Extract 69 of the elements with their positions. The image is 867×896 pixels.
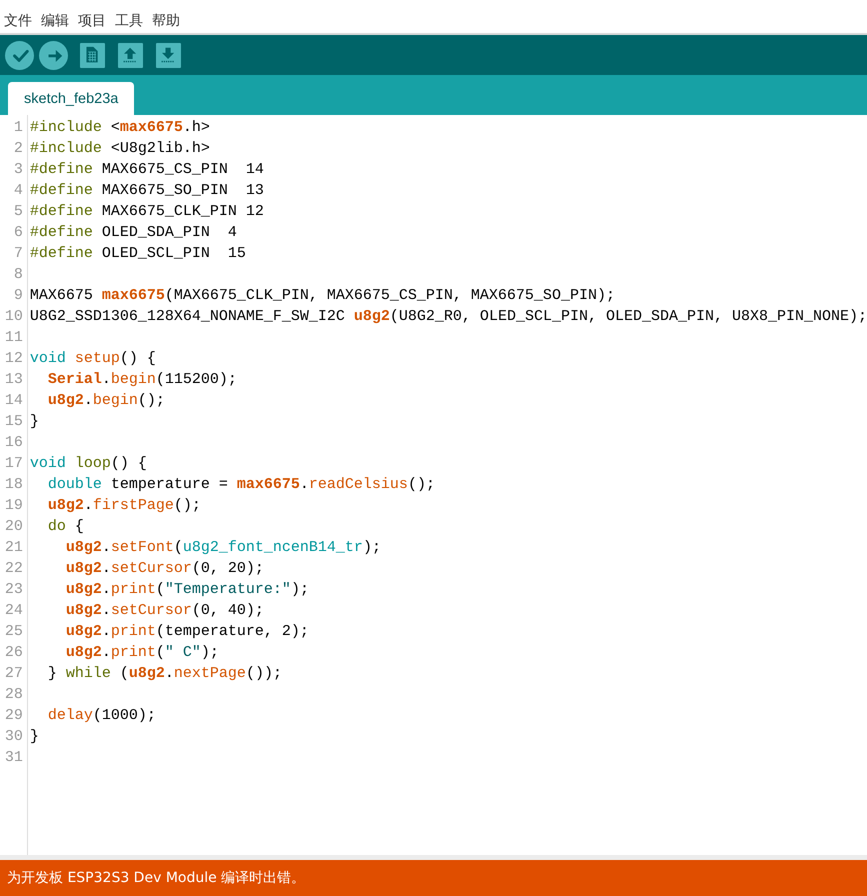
line-number: 21 <box>4 539 23 556</box>
line-number: 27 <box>4 665 23 682</box>
code-line: #define OLED_SCL_PIN 15 <box>30 245 246 262</box>
line-number: 13 <box>4 371 23 388</box>
code-line: void loop() { <box>30 455 147 472</box>
line-number: 22 <box>4 560 23 577</box>
code-line: #define MAX6675_CS_PIN 14 <box>30 161 264 178</box>
menu-item[interactable]: 文件 <box>4 9 32 33</box>
code-line: #define MAX6675_CLK_PIN 12 <box>30 203 264 220</box>
code-line: u8g2.print(temperature, 2); <box>64 623 309 640</box>
menu-item[interactable]: 编辑 <box>41 9 69 33</box>
code-line: double temperature = max6675.readCelsius(); <box>46 476 435 493</box>
code-line: #include <max6675.h> <box>30 119 210 136</box>
toolbar-button[interactable] <box>80 42 105 68</box>
line-number: 12 <box>4 350 23 367</box>
line-number: 2 <box>14 140 23 157</box>
line-number: 15 <box>4 413 23 430</box>
code-line: u8g2.begin(); <box>46 392 165 409</box>
line-number: 4 <box>14 182 23 199</box>
code-line: do { <box>46 518 84 535</box>
line-number: 29 <box>4 707 23 724</box>
line-number: 5 <box>14 203 23 220</box>
code-line: delay(1000); <box>46 707 156 724</box>
line-number: 24 <box>4 602 23 619</box>
status-message: 为开发板 ESP32S3 Dev Module 编译时出错。 <box>7 869 306 887</box>
code-line: u8g2.print(" C"); <box>64 644 219 661</box>
code-line: u8g2.firstPage(); <box>46 497 201 514</box>
code-line: #define MAX6675_SO_PIN 13 <box>30 182 264 199</box>
file-tab[interactable]: sketch_feb23a <box>8 82 134 115</box>
code-line: u8g2.setFont(u8g2_font_ncenB14_tr); <box>64 539 381 556</box>
line-number: 11 <box>4 329 23 346</box>
code-line: U8G2_SSD1306_128X64_NONAME_F_SW_I2C u8g2(U8G2_R0, OLED_SCL_PIN, OLED_SDA_PIN, U8X8_PIN_NONE); <box>30 308 867 325</box>
line-number: 10 <box>4 308 23 325</box>
line-number: 18 <box>4 476 23 493</box>
code-line: u8g2.setCursor(0, 20); <box>64 560 264 577</box>
code-line: u8g2.print("Temperature:"); <box>64 581 309 598</box>
toolbar-button[interactable] <box>39 40 68 70</box>
line-number: 17 <box>4 455 23 472</box>
toolbar-button[interactable] <box>156 42 181 68</box>
code-line: #include <U8g2lib.h> <box>30 140 210 157</box>
line-number: 6 <box>14 224 23 241</box>
line-number: 9 <box>14 287 23 304</box>
line-number: 20 <box>4 518 23 535</box>
toolbar-button[interactable] <box>118 42 143 68</box>
line-number: 7 <box>14 245 23 262</box>
line-number: 1 <box>14 119 23 136</box>
code-line: } <box>30 413 39 430</box>
menu-item[interactable]: 帮助 <box>152 9 180 33</box>
line-number: 23 <box>4 581 23 598</box>
line-number: 16 <box>4 434 23 451</box>
menu-item[interactable]: 工具 <box>115 9 143 33</box>
menu-item[interactable]: 项目 <box>78 9 106 33</box>
line-number: 25 <box>4 623 23 640</box>
line-number: 31 <box>4 749 23 766</box>
line-number: 26 <box>4 644 23 661</box>
line-number: 14 <box>4 392 23 409</box>
code-line: void setup() { <box>30 350 156 367</box>
line-number: 19 <box>4 497 23 514</box>
code-line: Serial.begin(115200); <box>46 371 237 388</box>
code-line: } while (u8g2.nextPage()); <box>46 665 282 682</box>
line-number: 8 <box>14 266 23 283</box>
line-number: 3 <box>14 161 23 178</box>
code-line: } <box>30 728 39 745</box>
toolbar-button[interactable] <box>5 40 34 70</box>
line-number: 30 <box>4 728 23 745</box>
line-number: 28 <box>4 686 23 703</box>
code-line: MAX6675 max6675(MAX6675_CLK_PIN, MAX6675_CS_PIN, MAX6675_SO_PIN); <box>30 287 615 304</box>
code-line: #define OLED_SDA_PIN 4 <box>30 224 237 241</box>
code-line: u8g2.setCursor(0, 40); <box>64 602 264 619</box>
